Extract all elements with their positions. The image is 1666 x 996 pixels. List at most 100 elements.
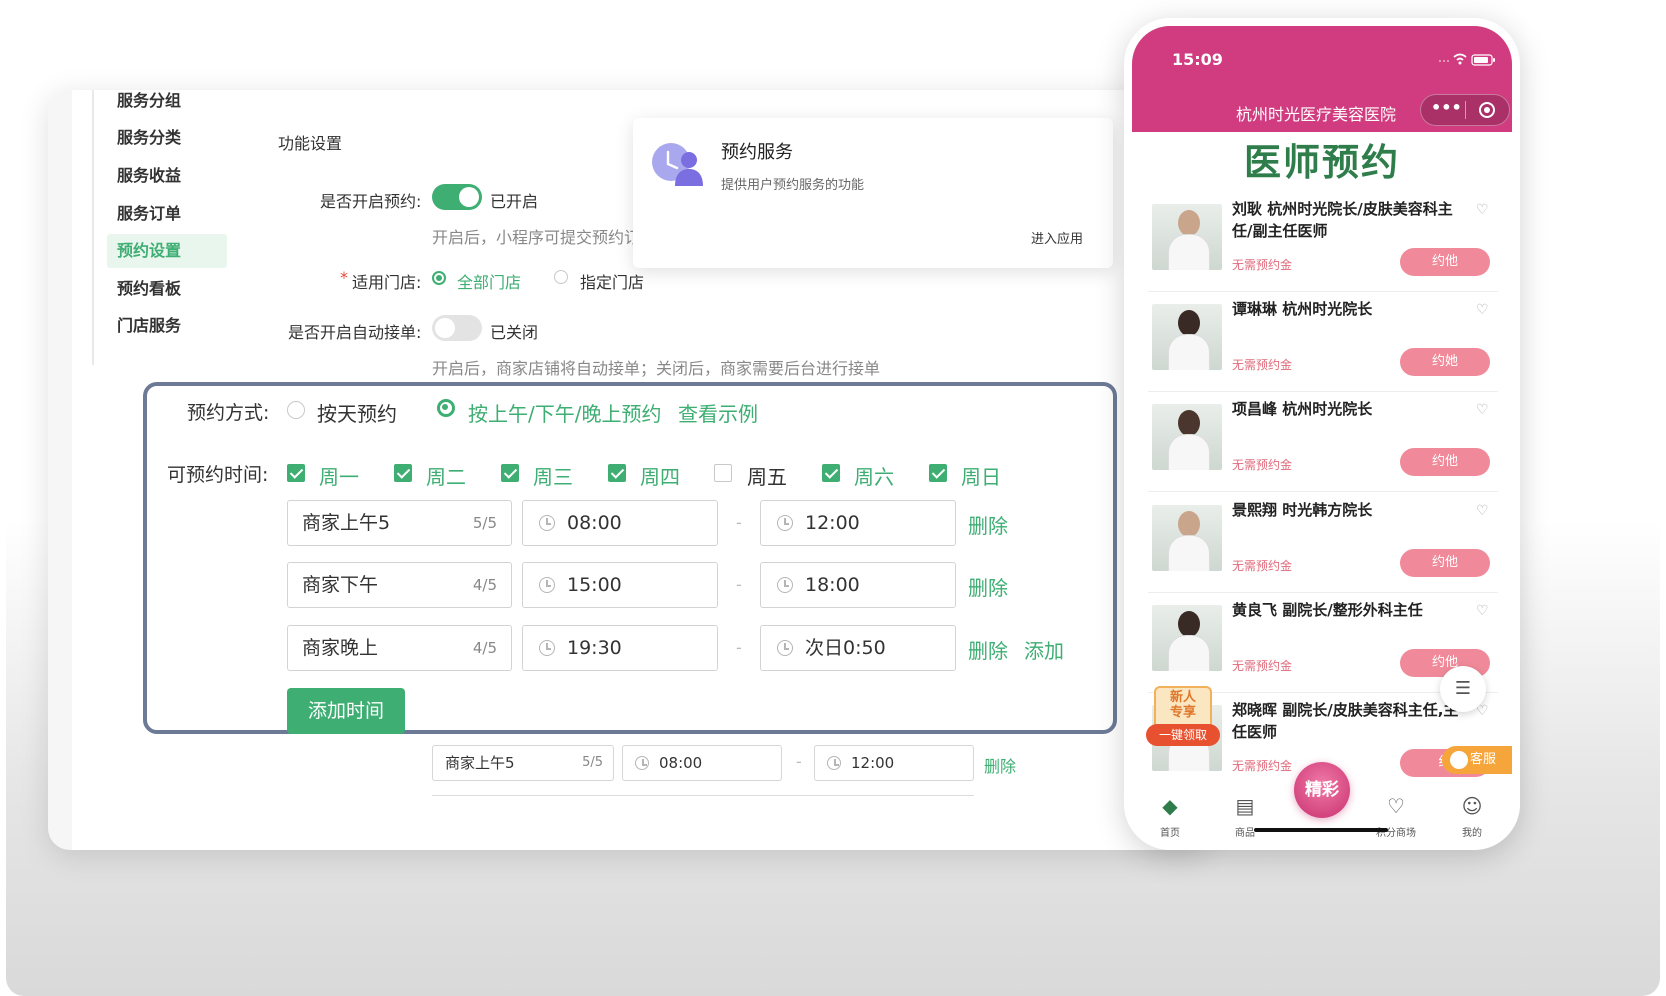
center-feature-button[interactable]: 精彩: [1294, 762, 1350, 818]
sat-label[interactable]: 周六: [854, 461, 894, 490]
clock-icon: [539, 515, 555, 531]
doctor-item[interactable]: 景熙翔 时光韩方院长 ♡ 无需预约金 约他: [1136, 493, 1508, 593]
store-label: 适用门店:: [352, 273, 422, 292]
favorite-heart-icon[interactable]: ♡: [1476, 402, 1489, 418]
section-title: 功能设置: [278, 134, 343, 153]
checkbox-mon[interactable]: [287, 464, 305, 482]
slot-start-input[interactable]: 19:30: [522, 625, 718, 671]
sidebar-item-service-group[interactable]: 服务分组: [107, 90, 227, 118]
doctor-item[interactable]: 项昌峰 杭州时光院长 ♡ 无需预约金 约他: [1136, 392, 1508, 492]
tab-mine[interactable]: ☺ 我的: [1442, 794, 1502, 839]
mon-label[interactable]: 周一: [319, 461, 359, 490]
booking-app-card[interactable]: 预约服务 提供用户预约服务的功能 进入应用: [633, 118, 1113, 268]
customer-service-button[interactable]: 客服: [1442, 746, 1512, 774]
sun-label[interactable]: 周日: [961, 461, 1001, 490]
checkbox-sat[interactable]: [822, 464, 840, 482]
sidebar-item-booking-board[interactable]: 预约看板: [107, 272, 227, 306]
favorite-heart-icon[interactable]: ♡: [1476, 503, 1489, 519]
checkbox-wed[interactable]: [501, 464, 519, 482]
slot-delete-link[interactable]: 删除: [968, 635, 1008, 664]
doctor-photo: [1152, 404, 1222, 470]
clock-icon: [635, 756, 649, 770]
promo-line-1: 新人: [1169, 690, 1196, 705]
book-doctor-button[interactable]: 约他: [1400, 448, 1490, 476]
enter-app-link[interactable]: 进入应用: [1031, 228, 1083, 247]
sidebar-item-booking-settings[interactable]: 预约设置: [107, 234, 227, 268]
doctor-photo: [1152, 204, 1222, 270]
sidebar-item-service-category[interactable]: 服务分类: [107, 121, 227, 155]
slot-char-count: 5/5: [472, 514, 497, 532]
favorite-heart-icon[interactable]: ♡: [1476, 302, 1489, 318]
mini-program-capsule[interactable]: •••: [1420, 94, 1510, 126]
slot-end-input[interactable]: 18:00: [760, 562, 956, 608]
favorite-heart-icon[interactable]: ♡: [1476, 202, 1489, 218]
radio-specific-stores[interactable]: [554, 270, 568, 284]
behind-slot-delete[interactable]: 删除: [984, 753, 1016, 777]
slot-name-input[interactable]: 商家下午 4/5: [287, 562, 512, 608]
tab-home[interactable]: ◆ 首页: [1140, 794, 1200, 839]
radio-all-stores[interactable]: [432, 271, 446, 285]
home-icon: ◆: [1162, 794, 1178, 818]
close-target-icon[interactable]: [1479, 102, 1495, 118]
add-time-button[interactable]: 添加时间: [287, 688, 405, 734]
thu-label[interactable]: 周四: [640, 461, 680, 490]
clock-icon: [827, 756, 841, 770]
view-example-link[interactable]: 查看示例: [678, 398, 758, 427]
book-doctor-button[interactable]: 约她: [1400, 348, 1490, 376]
behind-slot-end-text: 12:00: [851, 754, 895, 772]
claim-button[interactable]: 一键领取: [1146, 724, 1220, 746]
doctor-item[interactable]: 刘耿 杭州时光院长/皮肤美容科主任/副主任医师 ♡ 无需预约金 约他: [1136, 192, 1508, 292]
tab-home-label: 首页: [1160, 828, 1180, 839]
by-period-label[interactable]: 按上午/下午/晚上预约: [468, 398, 661, 427]
behind-slot-end[interactable]: 12:00: [814, 745, 974, 781]
slot-end-input[interactable]: 次日0:50: [760, 625, 956, 671]
tab-goods[interactable]: ▤ 商品: [1215, 794, 1275, 839]
enable-booking-toggle[interactable]: [432, 184, 482, 210]
auto-accept-toggle[interactable]: [432, 315, 482, 341]
sidebar-item-store-service[interactable]: 门店服务: [107, 309, 227, 343]
doctor-fee: 无需预约金: [1232, 659, 1293, 673]
menu-fab-icon[interactable]: ☰: [1440, 666, 1486, 712]
behind-slot-start[interactable]: 08:00: [622, 745, 782, 781]
all-stores-label[interactable]: 全部门店: [457, 269, 521, 293]
slot-name-text: 商家下午: [302, 574, 379, 596]
slot-start-input[interactable]: 15:00: [522, 562, 718, 608]
sidebar-divider: [92, 90, 94, 365]
radio-by-period[interactable]: [437, 399, 455, 417]
doctor-fee: 无需预约金: [1232, 258, 1293, 272]
fri-label[interactable]: 周五: [747, 461, 787, 490]
behind-slot-name[interactable]: 商家上午5 5/5: [432, 745, 614, 781]
book-doctor-button[interactable]: 约他: [1400, 549, 1490, 577]
wed-label[interactable]: 周三: [533, 461, 573, 490]
slot-add-link[interactable]: 添加: [1024, 635, 1064, 664]
slot-name-input[interactable]: 商家晚上 4/5: [287, 625, 512, 671]
doctor-item[interactable]: 谭琳琳 杭州时光院长 ♡ 无需预约金 约她: [1136, 292, 1508, 392]
sidebar-item-service-revenue[interactable]: 服务收益: [107, 159, 227, 193]
favorite-heart-icon[interactable]: ♡: [1476, 603, 1489, 619]
new-user-promo[interactable]: 新人 专享 一键领取: [1144, 686, 1222, 770]
checkbox-thu[interactable]: [608, 464, 626, 482]
enable-booking-state: 已开启: [490, 192, 539, 211]
booking-time-panel: 预约方式: 按天预约 按上午/下午/晚上预约 查看示例 可预约时间: 周一 周二…: [143, 382, 1117, 734]
behind-slot-name-text: 商家上午5: [445, 754, 515, 772]
tab-points-mall[interactable]: ♡ 积分商场: [1366, 794, 1426, 839]
slot-delete-link[interactable]: 删除: [968, 572, 1008, 601]
slot-delete-link[interactable]: 删除: [968, 510, 1008, 539]
checkbox-tue[interactable]: [394, 464, 412, 482]
promo-text: 新人 专享: [1162, 690, 1204, 720]
checkbox-sun[interactable]: [929, 464, 947, 482]
slot-name-input[interactable]: 商家上午5 5/5: [287, 500, 512, 546]
slot-start-input[interactable]: 08:00: [522, 500, 718, 546]
specific-stores-label[interactable]: 指定门店: [580, 269, 644, 293]
slot-end-text: 12:00: [805, 512, 860, 534]
slot-end-input[interactable]: 12:00: [760, 500, 956, 546]
radio-by-day[interactable]: [287, 401, 305, 419]
sidebar-item-service-orders[interactable]: 服务订单: [107, 197, 227, 231]
slot-end-text: 次日0:50: [805, 637, 886, 659]
more-icon[interactable]: •••: [1431, 98, 1462, 117]
tue-label[interactable]: 周二: [426, 461, 466, 490]
by-day-label[interactable]: 按天预约: [317, 398, 397, 427]
checkbox-fri[interactable]: [714, 464, 732, 482]
app-card-desc: 提供用户预约服务的功能: [721, 178, 865, 193]
book-doctor-button[interactable]: 约他: [1400, 248, 1490, 276]
